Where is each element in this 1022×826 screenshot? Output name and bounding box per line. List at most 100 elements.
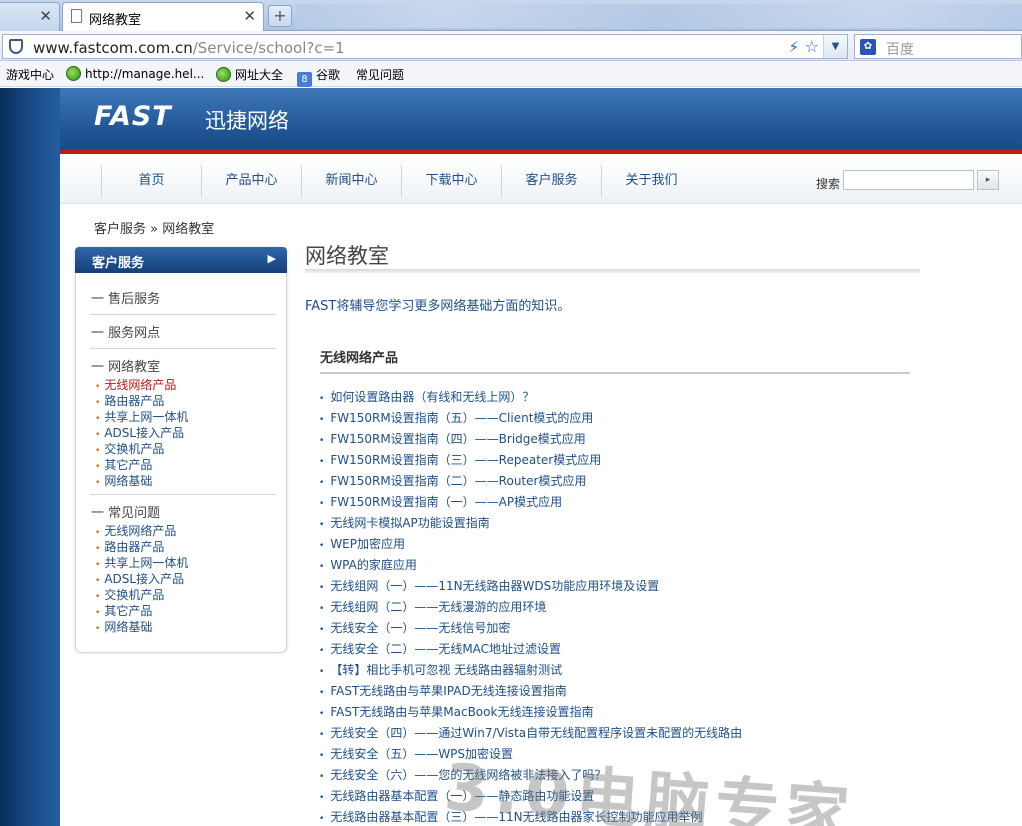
other-tabs[interactable] [296, 4, 1022, 28]
sidebar-faq-router[interactable]: • 路由器产品 [95, 538, 164, 555]
article-link[interactable]: • 无线路由器基本配置（三）——11N无线路由器家长控制功能应用举例 [319, 808, 703, 825]
baidu-paw-icon[interactable]: ✿ [860, 39, 876, 55]
sidebar-subitem-router[interactable]: • 路由器产品 [95, 392, 164, 409]
article-link[interactable]: • 【转】相比手机可忽视 无线路由器辐射测试 [319, 661, 562, 678]
article-link[interactable]: • 无线安全（五）——WPS加密设置 [319, 745, 513, 762]
article-link[interactable]: • WEP加密应用 [319, 535, 405, 552]
nav-news[interactable]: 新闻中心 [301, 165, 401, 197]
article-title: WEP加密应用 [330, 537, 405, 551]
bullet-icon: • [319, 604, 325, 614]
star-icon[interactable]: ☆ [805, 37, 819, 56]
content-area: 客户服务 » 网络教室 客户服务 ▶ 一 售后服务 一 服务网点 一 网络教室 … [60, 205, 1022, 826]
close-tab-icon[interactable]: ✕ [243, 7, 256, 25]
nav-customer-service[interactable]: 客户服务 [501, 165, 601, 197]
article-link[interactable]: • 无线网卡模拟AP功能设置指南 [319, 514, 490, 531]
site-logo-cn[interactable]: 迅捷网络 [205, 105, 289, 135]
url-field[interactable]: www.fastcom.com.cn/Service/school?c=1 ⚡ … [2, 34, 848, 59]
article-link[interactable]: • FAST无线路由与苹果MacBook无线连接设置指南 [319, 703, 593, 720]
site-search-button[interactable]: ▸ [977, 170, 999, 190]
article-link[interactable]: • FW150RM设置指南（四）——Bridge模式应用 [319, 430, 586, 447]
article-link[interactable]: • 如何设置路由器（有线和无线上网）？ [319, 388, 534, 405]
nav-about-us[interactable]: 关于我们 [601, 165, 701, 197]
site-search-input[interactable] [843, 170, 974, 190]
globe-icon [216, 67, 231, 82]
section-title: 无线网络产品 [320, 351, 399, 366]
article-title: FW150RM设置指南（四）——Bridge模式应用 [330, 432, 586, 446]
nav-home[interactable]: 首页 [101, 165, 201, 197]
url-text[interactable]: www.fastcom.com.cn/Service/school?c=1 [33, 39, 345, 57]
sidebar-faq-other[interactable]: • 其它产品 [95, 602, 152, 619]
shield-icon[interactable] [9, 39, 23, 54]
sidebar-item-network-classroom[interactable]: 一 网络教室 [91, 356, 160, 375]
close-tab-icon[interactable]: ✕ [39, 7, 52, 25]
browser-tab-previous[interactable]: ✕ [0, 2, 60, 31]
article-link[interactable]: • 无线路由器基本配置（一）——静态路由功能设置 [319, 787, 594, 804]
bookmark-faq[interactable]: 常见问题 [356, 66, 404, 168]
bookmark-manage[interactable]: http://manage.hel... [66, 66, 204, 81]
divider [90, 494, 276, 495]
bullet-icon: • [319, 814, 325, 824]
lightning-icon[interactable]: ⚡ [788, 38, 799, 56]
bookmark-google[interactable]: 8 谷歌 [297, 66, 340, 87]
chevron-down-icon[interactable]: ▼ [823, 35, 847, 58]
article-link[interactable]: • 无线安全（四）——通过Win7/Vista自带无线配置程序设置未配置的无线路由 [319, 724, 742, 741]
divider [90, 314, 276, 315]
browser-search-field[interactable]: ✿ 百度 [854, 34, 1022, 59]
article-link[interactable]: • FW150RM设置指南（二）——Router模式应用 [319, 472, 586, 489]
sidebar-faq-network-basics[interactable]: • 网络基础 [95, 618, 152, 635]
sidebar-faq-adsl[interactable]: • ADSL接入产品 [95, 570, 184, 587]
article-title: FAST无线路由与苹果IPAD无线连接设置指南 [330, 684, 567, 698]
bookmark-url-directory[interactable]: 网址大全 [216, 66, 283, 83]
article-link[interactable]: • 无线组网（一）——11N无线路由器WDS功能应用环境及设置 [319, 577, 659, 594]
bookmarks-bar: 游戏中心 http://manage.hel... 网址大全 8 谷歌 常见问题 [0, 61, 1022, 168]
breadcrumb[interactable]: 客户服务 » 网络教室 [94, 218, 214, 237]
sidebar-header[interactable]: 客户服务 ▶ [75, 247, 287, 273]
arrow-right-icon: ▶ [267, 252, 276, 265]
bullet-icon: • [319, 793, 325, 803]
globe-icon [66, 66, 81, 81]
article-link[interactable]: • FAST无线路由与苹果IPAD无线连接设置指南 [319, 682, 567, 699]
article-title: FAST无线路由与苹果MacBook无线连接设置指南 [330, 705, 594, 719]
sidebar-faq-shared-access[interactable]: • 共享上网一体机 [95, 554, 188, 571]
new-tab-button[interactable]: + [268, 5, 292, 27]
article-link[interactable]: • FW150RM设置指南（一）——AP模式应用 [319, 493, 562, 510]
sidebar-item-after-sales[interactable]: 一 售后服务 [91, 288, 160, 307]
article-title: FW150RM设置指南（二）——Router模式应用 [330, 474, 587, 488]
bullet-icon: • [319, 499, 325, 509]
article-link[interactable]: • 无线组网（二）——无线漫游的应用环境 [319, 598, 546, 615]
site-logo[interactable]: FAST [94, 101, 172, 132]
bullet-icon: • [319, 688, 325, 698]
browser-tab-bar: ✕ 网络教室 ✕ + [0, 0, 1022, 31]
bullet-icon: • [319, 457, 325, 467]
sidebar: 客户服务 ▶ 一 售后服务 一 服务网点 一 网络教室 • 无线网络产品 • 路由器… [75, 247, 287, 653]
article-link[interactable]: • WPA的家庭应用 [319, 556, 417, 573]
article-link[interactable]: • FW150RM设置指南（三）——Repeater模式应用 [319, 451, 601, 468]
sidebar-subitem-adsl[interactable]: • ADSL接入产品 [95, 424, 184, 441]
page-icon [71, 9, 82, 23]
article-link[interactable]: • FW150RM设置指南（五）——Client模式的应用 [319, 409, 593, 426]
sidebar-subitem-other[interactable]: • 其它产品 [95, 456, 152, 473]
sidebar-subitem-network-basics[interactable]: • 网络基础 [95, 472, 152, 489]
nav-products[interactable]: 产品中心 [201, 165, 301, 197]
intro-text: FAST将辅导您学习更多网络基础方面的知识。 [305, 299, 571, 314]
sidebar-item-faq[interactable]: 一 常见问题 [91, 502, 160, 521]
url-path: /Service/school?c=1 [192, 39, 345, 57]
sidebar-faq-switch[interactable]: • 交换机产品 [95, 586, 164, 603]
sidebar-faq-wireless[interactable]: • 无线网络产品 [95, 522, 176, 539]
article-link[interactable]: • 无线安全（六）——您的无线网络被非法接入了吗？ [319, 766, 606, 783]
article-link[interactable]: • 无线安全（一）——无线信号加密 [319, 619, 510, 636]
bullet-icon: • [319, 730, 325, 740]
sidebar-subitem-wireless[interactable]: • 无线网络产品 [95, 376, 176, 393]
article-link[interactable]: • 无线安全（二）——无线MAC地址过滤设置 [319, 640, 561, 657]
article-title: FW150RM设置指南（五）——Client模式的应用 [330, 411, 594, 425]
sidebar-subitem-shared-access[interactable]: • 共享上网一体机 [95, 408, 188, 425]
bookmark-game-center[interactable]: 游戏中心 [6, 66, 54, 83]
section-divider [320, 372, 910, 374]
sidebar-subitem-switch[interactable]: • 交换机产品 [95, 440, 164, 457]
article-title: 无线安全（二）——无线MAC地址过滤设置 [330, 642, 562, 656]
nav-downloads[interactable]: 下载中心 [401, 165, 501, 197]
bullet-icon: • [319, 709, 325, 719]
sidebar-item-service-points[interactable]: 一 服务网点 [91, 322, 160, 341]
bullet-icon: • [319, 541, 325, 551]
browser-tab-active[interactable]: 网络教室 ✕ [62, 2, 264, 31]
